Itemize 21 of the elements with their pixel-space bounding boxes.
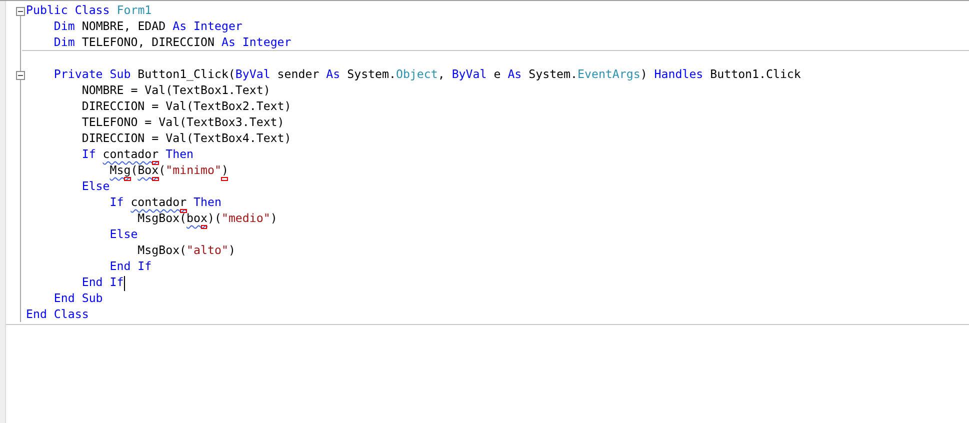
code-line: Dim TELEFONO, DIRECCION As Integer bbox=[52, 34, 292, 49]
collapse-icon[interactable] bbox=[16, 7, 25, 16]
code-line: Else bbox=[80, 179, 110, 194]
code-line: If contador Then bbox=[80, 147, 194, 162]
code-line: Msg(Box("minimo") bbox=[108, 163, 228, 178]
code-line: Else bbox=[108, 227, 138, 242]
code-line: End Class bbox=[26, 307, 89, 322]
code-line: If contador Then bbox=[108, 195, 222, 210]
code-line: End If bbox=[108, 259, 152, 274]
code-line: Private Sub Button1_Click(ByVal sender As System.Object, ByVal e As System.EventArgs) Handles Button1.Click bbox=[52, 67, 801, 82]
code-line: End Sub bbox=[52, 291, 103, 306]
code-line: Dim NOMBRE, EDAD As Integer bbox=[52, 19, 242, 34]
code-line: End If bbox=[80, 275, 124, 290]
code-line: DIRECCION = Val(TextBox2.Text) bbox=[80, 99, 292, 114]
code-line: NOMBRE = Val(TextBox1.Text) bbox=[80, 83, 270, 98]
code-line: TELEFONO = Val(TextBox3.Text) bbox=[80, 115, 284, 130]
collapse-icon[interactable] bbox=[16, 71, 25, 80]
code-line: Public Class Form1 bbox=[26, 3, 152, 18]
code-line: MsgBox("alto") bbox=[136, 243, 236, 258]
code-line: MsgBox(box)("medio") bbox=[136, 211, 278, 226]
code-line: DIRECCION = Val(TextBox4.Text) bbox=[80, 131, 292, 146]
